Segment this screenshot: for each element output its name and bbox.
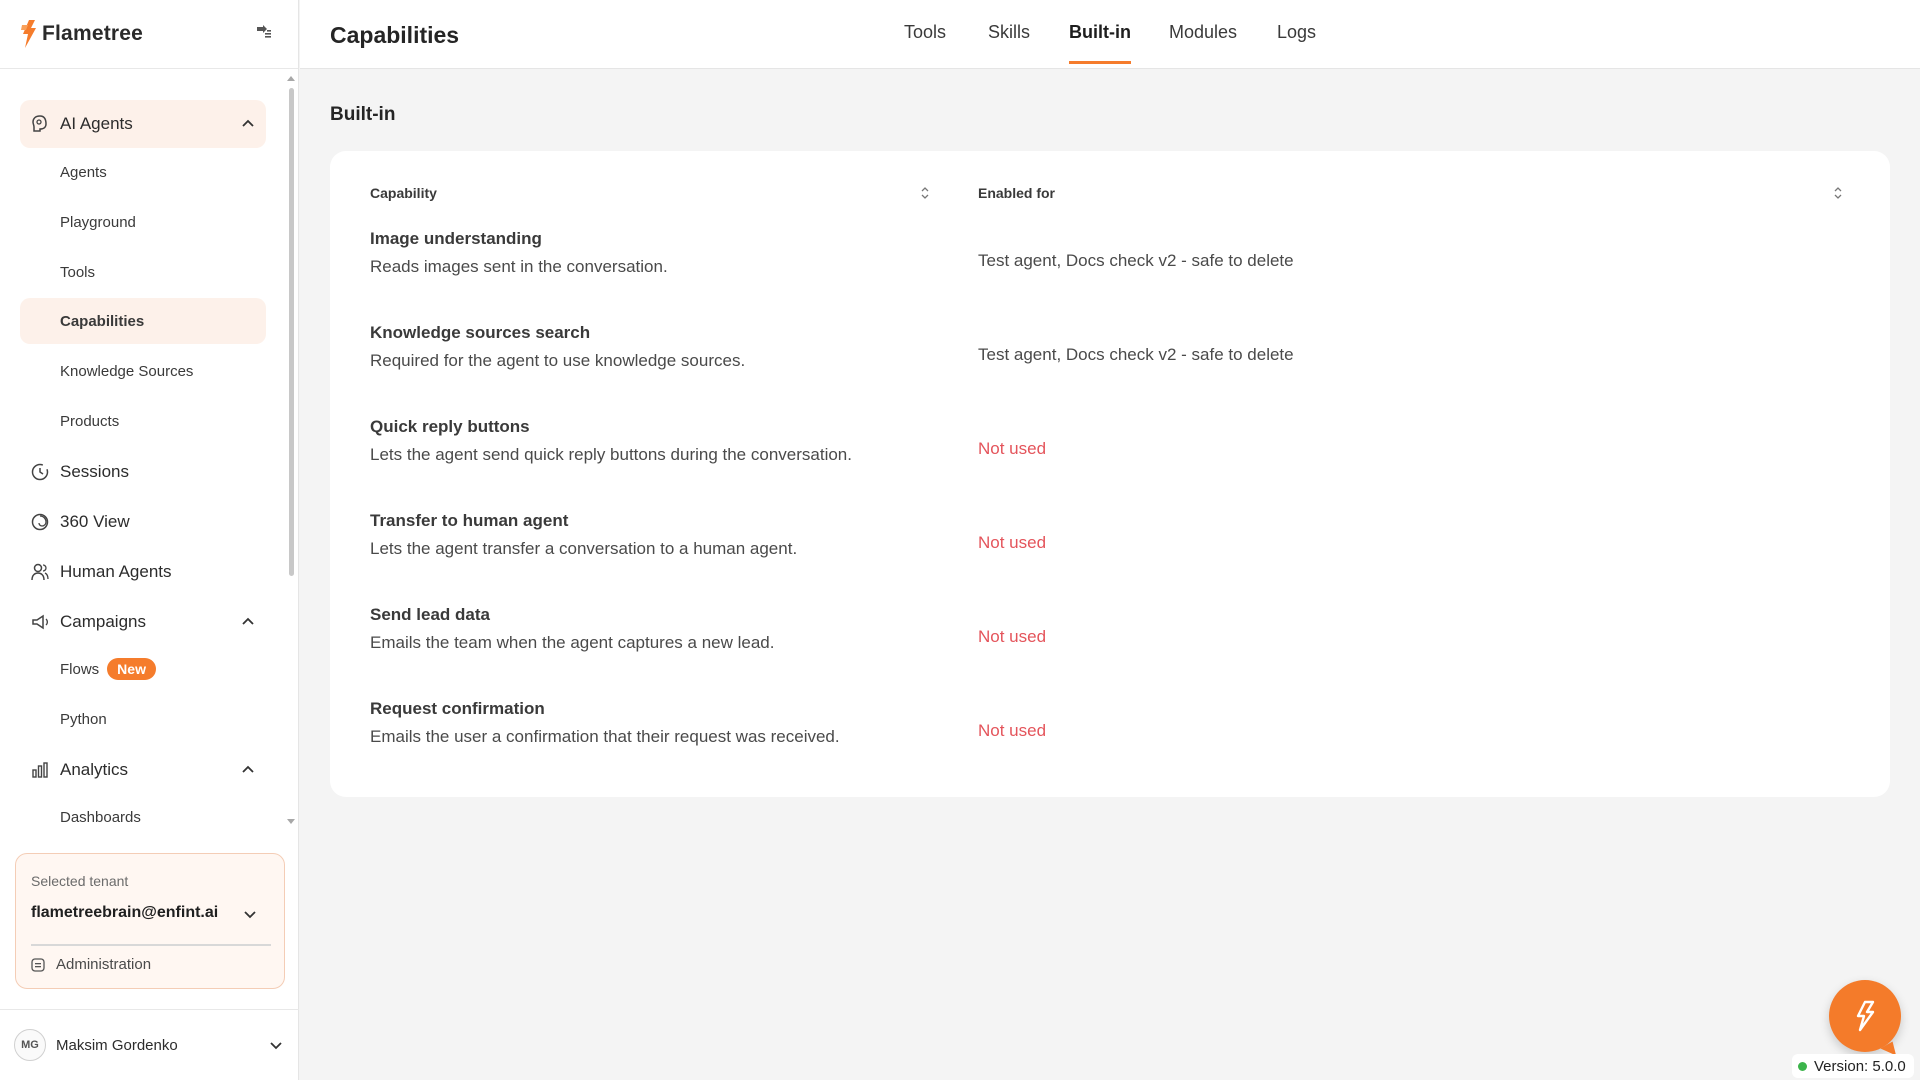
capability-description: Emails the team when the agent captures … (370, 633, 775, 652)
tab-tools[interactable]: Tools (904, 22, 946, 61)
chevron-up-icon[interactable] (240, 614, 256, 630)
nav-group-label: Human Agents (60, 562, 172, 581)
page-title: Capabilities (330, 22, 460, 48)
column-header-enabled-for[interactable]: Enabled for (978, 185, 1055, 201)
capability-name: Image understanding (370, 229, 542, 248)
sidebar-item-dashboards[interactable]: Dashboards (20, 794, 266, 830)
enabled-for-value: Not used (978, 627, 1047, 646)
tenant-label: Selected tenant (31, 873, 129, 889)
brain-icon (32, 115, 47, 132)
capability-description: Emails the user a confirmation that thei… (370, 727, 840, 746)
chevron-down-icon[interactable] (242, 906, 258, 922)
sort-icon[interactable] (920, 185, 930, 201)
tab-skills[interactable]: Skills (988, 22, 1030, 61)
column-header-capability[interactable]: Capability (370, 185, 437, 201)
sidebar-item-knowledge-sources[interactable]: Knowledge Sources (20, 348, 266, 394)
capability-description: Lets the agent transfer a conversation t… (370, 539, 798, 558)
table-row[interactable]: Image understanding Reads images sent in… (330, 229, 1890, 323)
sidebar-item-flows[interactable]: Flows New (20, 646, 266, 692)
sidebar-item-capabilities[interactable]: Capabilities (20, 298, 266, 344)
table-row[interactable]: Transfer to human agent Lets the agent t… (330, 511, 1890, 605)
scroll-down-arrow-icon[interactable] (287, 819, 295, 824)
enabled-for-value: Test agent, Docs check v2 - safe to dele… (978, 251, 1294, 270)
enabled-for-value: Not used (978, 439, 1047, 458)
chevron-up-icon[interactable] (240, 116, 256, 132)
capability-description: Lets the agent send quick reply buttons … (370, 445, 852, 464)
sidebar-item-360-view[interactable]: 360 View (20, 498, 266, 546)
flametree-logo-icon (21, 20, 36, 48)
capability-name: Knowledge sources search (370, 323, 591, 342)
nav-group-label: Campaigns (60, 612, 146, 631)
avatar: MG (14, 1029, 46, 1061)
capability-name: Request confirmation (370, 699, 545, 718)
divider (31, 944, 271, 946)
table-row[interactable]: Knowledge sources search Required for th… (330, 323, 1890, 417)
version-indicator: Version: 5.0.0 (1792, 1054, 1914, 1078)
new-badge: New (107, 658, 156, 680)
brand-name: Flametree (42, 22, 144, 45)
nav-group-label: 360 View (60, 512, 130, 531)
sidebar-item-label: Flows (60, 660, 100, 678)
sidebar-item-playground[interactable]: Playground (20, 199, 266, 245)
capability-name: Transfer to human agent (370, 511, 569, 530)
tenant-card: Selected tenant flametreebrain@enfint.ai… (15, 853, 285, 989)
enabled-for-value: Test agent, Docs check v2 - safe to dele… (978, 345, 1294, 364)
sidebar: Flametree AI Agents Agents Playground To… (0, 0, 299, 1080)
table-row[interactable]: Quick reply buttons Lets the agent send … (330, 417, 1890, 511)
sort-icon[interactable] (1833, 185, 1843, 201)
nav-menu: AI Agents Agents Playground Tools Capabi… (0, 70, 299, 830)
top-bar: Capabilities Tools Skills Built-in Modul… (300, 0, 1920, 69)
sidebar-scrollbar[interactable] (286, 74, 296, 826)
nav-group-campaigns[interactable]: Campaigns (20, 598, 266, 646)
tab-modules[interactable]: Modules (1169, 22, 1237, 61)
version-label: Version: 5.0.0 (1814, 1057, 1906, 1075)
capabilities-table: Capability Enabled for Image understandi… (330, 151, 1890, 797)
tab-built-in[interactable]: Built-in (1069, 22, 1131, 64)
nav-group-label: AI Agents (60, 114, 133, 133)
tab-logs[interactable]: Logs (1277, 22, 1316, 61)
capability-description: Required for the agent to use knowledge … (370, 351, 746, 370)
administration-link[interactable]: Administration (30, 956, 151, 973)
admin-icon (31, 957, 45, 972)
scroll-up-arrow-icon[interactable] (287, 76, 295, 81)
nav-group-analytics[interactable]: Analytics (20, 746, 266, 794)
chevron-down-icon[interactable] (267, 1036, 285, 1054)
section-title: Built-in (330, 104, 396, 125)
bar-chart-icon (32, 762, 48, 778)
sidebar-item-sessions[interactable]: Sessions (20, 448, 266, 496)
user-name: Maksim Gordenko (56, 1036, 178, 1054)
chevron-up-icon[interactable] (240, 762, 256, 778)
brand: Flametree (0, 0, 298, 69)
tenant-selector[interactable]: flametreebrain@enfint.ai (31, 904, 218, 922)
sidebar-item-tools[interactable]: Tools (20, 249, 266, 295)
sidebar-item-products[interactable]: Products (20, 398, 266, 444)
nav-group-ai-agents[interactable]: AI Agents (20, 100, 266, 148)
enabled-for-value: Not used (978, 721, 1047, 740)
table-row[interactable]: Send lead data Emails the team when the … (330, 605, 1890, 699)
administration-label: Administration (56, 956, 152, 973)
megaphone-icon (32, 614, 48, 630)
flametree-logo-icon (1856, 1000, 1875, 1032)
user-menu[interactable]: MG Maksim Gordenko (0, 1009, 299, 1080)
nav-group-label: Sessions (60, 462, 129, 481)
collapse-sidebar-icon[interactable] (254, 22, 272, 40)
history-icon (31, 463, 49, 481)
status-dot (1798, 1061, 1807, 1071)
sidebar-item-human-agents[interactable]: Human Agents (20, 548, 266, 596)
capability-name: Quick reply buttons (370, 417, 530, 436)
nav-group-label: Analytics (60, 760, 129, 779)
users-icon (31, 563, 49, 581)
spiral-icon (31, 513, 49, 531)
capability-description: Reads images sent in the conversation. (370, 257, 668, 276)
sidebar-item-agents[interactable]: Agents (20, 149, 266, 195)
table-row[interactable]: Request confirmation Emails the user a c… (330, 699, 1890, 793)
scrollbar-thumb[interactable] (289, 88, 294, 576)
capability-name: Send lead data (370, 605, 490, 624)
enabled-for-value: Not used (978, 533, 1047, 552)
chat-launcher-button[interactable] (1829, 980, 1901, 1052)
sidebar-item-python[interactable]: Python (20, 696, 266, 742)
